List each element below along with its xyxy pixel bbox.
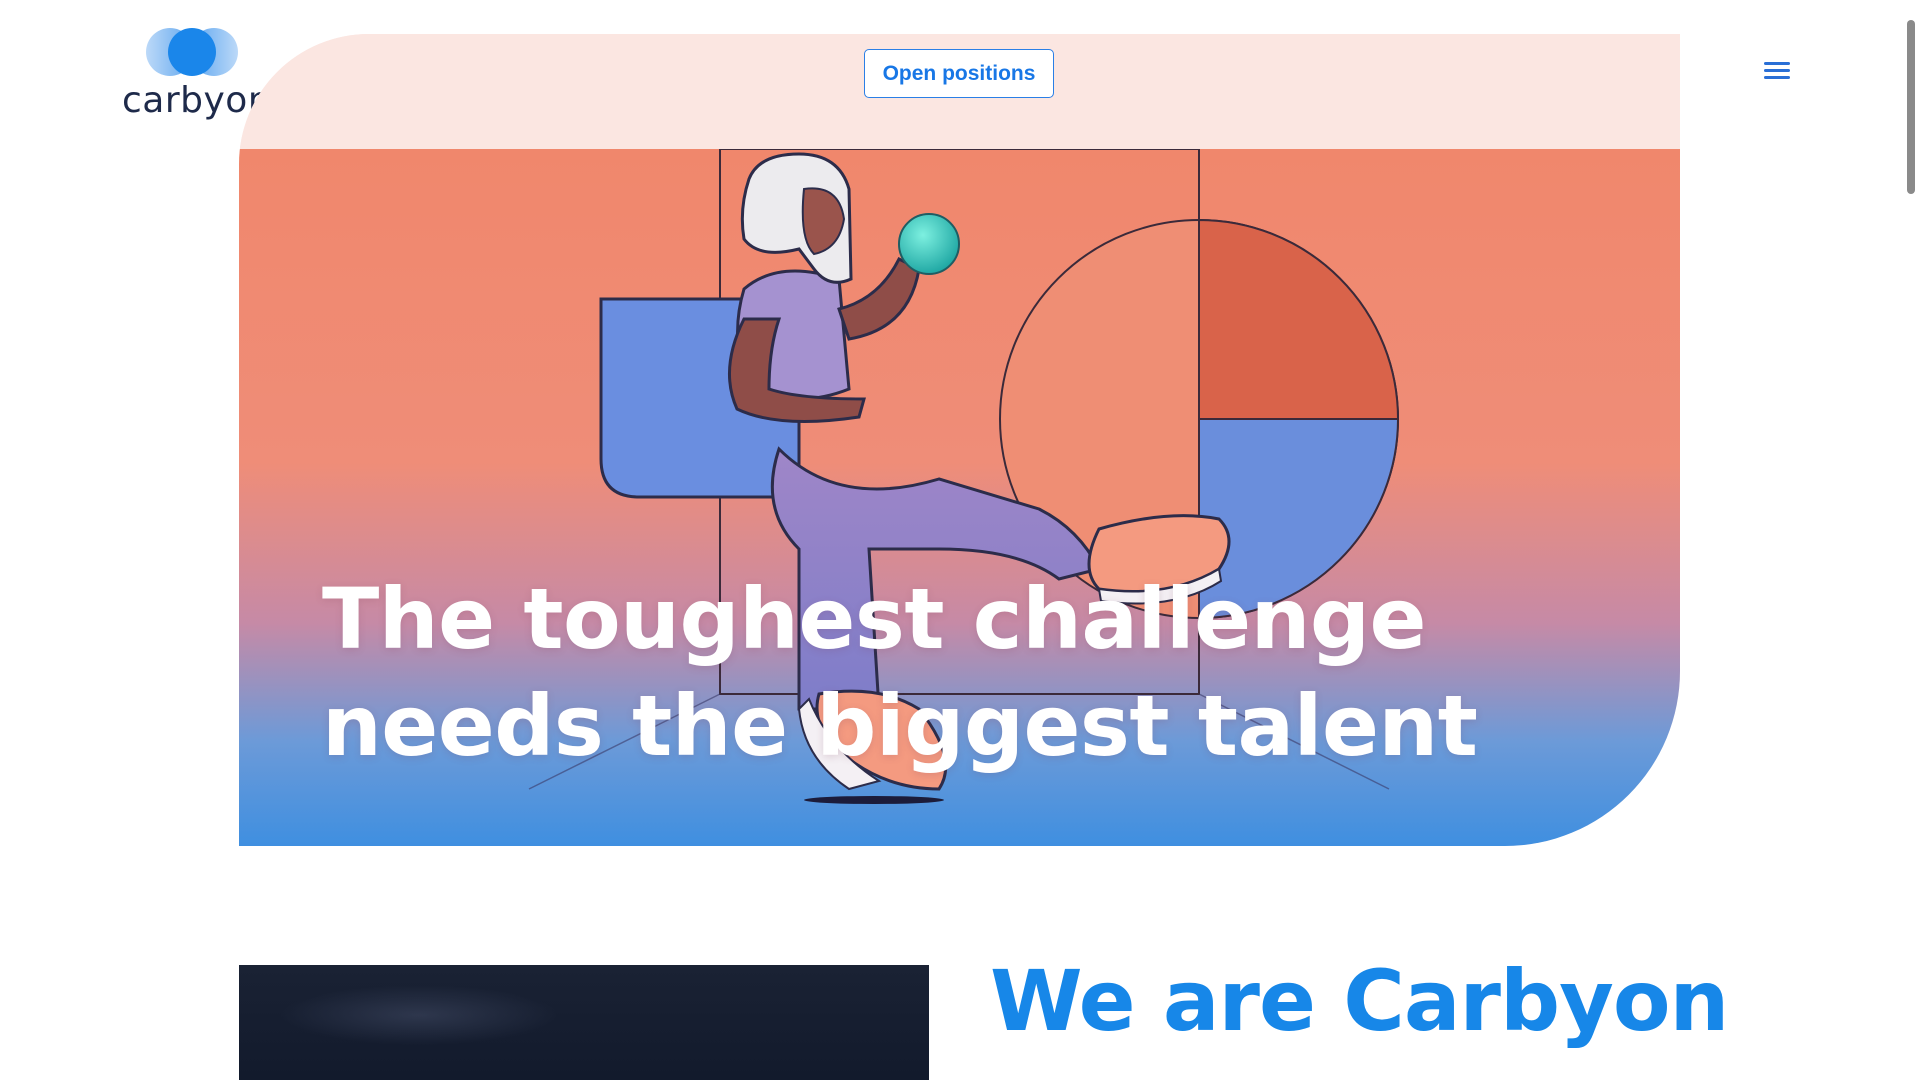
scrollbar-thumb[interactable] (1907, 20, 1915, 194)
menu-line (1764, 69, 1790, 72)
hero-headline-line-1: The toughest challenge (322, 570, 1427, 668)
open-positions-button[interactable]: Open positions (864, 49, 1054, 98)
hero-headline-line-2: needs the biggest talent (322, 677, 1478, 775)
hero-headline: The toughest challenge needs the biggest… (322, 566, 1522, 780)
menu-line (1764, 76, 1790, 79)
menu-line (1764, 62, 1790, 65)
video-texture (279, 985, 559, 1045)
page-scrollbar[interactable] (1904, 0, 1920, 1080)
hamburger-menu-icon[interactable] (1764, 62, 1790, 84)
dark-video-panel[interactable] (239, 965, 929, 1080)
about-section-title: We are Carbyon (990, 952, 1729, 1050)
overlapping-circles-logo-icon (146, 28, 238, 76)
